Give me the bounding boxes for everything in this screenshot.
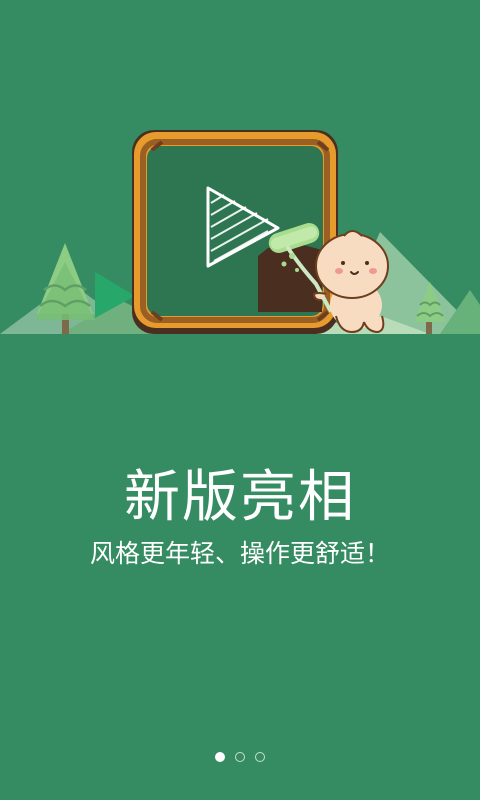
page-dot-1[interactable] — [215, 752, 225, 762]
guide-subline: 风格更年轻、操作更舒适！ — [89, 539, 390, 568]
welcome-illustration — [0, 130, 480, 340]
page-indicator — [0, 752, 480, 766]
guide-screen: 新版亮相 风格更年轻、操作更舒适！ — [0, 0, 480, 800]
guide-headline: 新版亮相 — [124, 465, 356, 530]
page-dot-3[interactable] — [255, 752, 265, 762]
page-dot-2[interactable] — [235, 752, 245, 762]
